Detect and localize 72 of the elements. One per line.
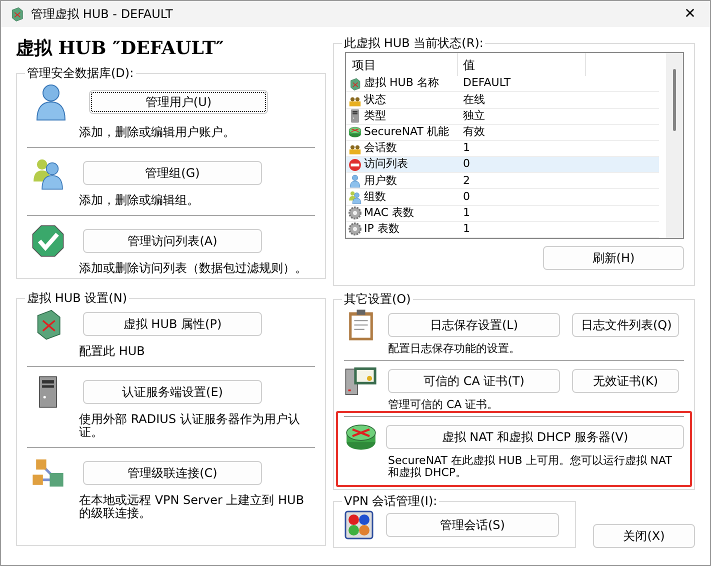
- list-row[interactable]: 用户数 2: [346, 173, 659, 190]
- manage-sessions-button[interactable]: 管理会话(S): [386, 513, 559, 537]
- close-button[interactable]: ✕: [670, 1, 710, 27]
- list-row[interactable]: 访问列表 0: [346, 157, 659, 174]
- list-row[interactable]: 会话数 1: [346, 140, 659, 158]
- row-label: 虚拟 HUB 名称: [364, 75, 439, 92]
- stop-icon: [348, 158, 362, 172]
- refresh-button[interactable]: 刷新(H): [543, 246, 684, 270]
- description: 使用外部 RADIUS 认证服务器作为用户认证。: [78, 413, 301, 439]
- row-value: 0: [462, 156, 470, 172]
- row-value: 1: [462, 204, 470, 221]
- description: 配置日志保存功能的设置。: [387, 343, 521, 355]
- session-grid-icon: [344, 510, 374, 540]
- action-button[interactable]: 管理级联连接(C): [83, 461, 262, 485]
- description: 配置此 HUB: [78, 345, 146, 358]
- hub-heading: 虚拟 HUB ″DEFAULT″: [16, 37, 225, 61]
- action-button[interactable]: 日志文件列表(Q): [572, 313, 679, 337]
- description: SecureNAT 在此虚拟 HUB 上可用。您可以运行虚拟 NAT 和虚拟 DHCP。: [387, 455, 673, 479]
- gear-icon: [348, 206, 362, 220]
- row-value: 有效: [462, 124, 485, 140]
- row-label: 状态: [364, 92, 386, 108]
- row-label: SecureNAT 机能: [364, 124, 449, 140]
- switch-icon: [9, 6, 25, 22]
- list-row[interactable]: 组数 0: [346, 189, 659, 206]
- action-button[interactable]: 虚拟 HUB 属性(P): [83, 312, 262, 336]
- action-button[interactable]: 管理用户(U): [89, 90, 268, 114]
- list-row[interactable]: SecureNAT 机能 有效: [346, 124, 659, 141]
- action-button[interactable]: 认证服务端设置(E): [83, 380, 262, 404]
- group-label: 虚拟 HUB 设置(N): [26, 290, 128, 307]
- description: 管理可信的 CA 证书。: [387, 399, 500, 411]
- action-button[interactable]: 可信的 CA 证书(T): [388, 369, 560, 393]
- server-icon: [348, 109, 362, 124]
- row-value: 独立: [462, 108, 485, 124]
- row-label: 组数: [364, 188, 386, 205]
- row-label: 访问列表: [364, 156, 408, 172]
- row-label: 类型: [364, 108, 386, 124]
- action-button[interactable]: 虚拟 NAT 和虚拟 DHCP 服务器(V): [386, 425, 684, 449]
- group-label: 管理安全数据库(D):: [26, 65, 135, 82]
- group-label: 此虚拟 HUB 当前状态(R):: [343, 35, 484, 52]
- description: 添加或删除访问列表（数据包过滤规则）。: [78, 262, 308, 275]
- row-value: 1: [462, 140, 470, 156]
- row-value: 2: [462, 172, 470, 189]
- gear-icon: [348, 222, 362, 236]
- group-label: VPN 会话管理(I):: [343, 493, 438, 510]
- list-row[interactable]: MAC 表数 1: [346, 206, 659, 222]
- group-label: 其它设置(O): [343, 291, 412, 308]
- list-row[interactable]: 状态 在线: [346, 92, 659, 108]
- router-icon: [348, 125, 362, 140]
- close-dialog-button[interactable]: 关闭(X): [593, 524, 695, 548]
- check-icon: [31, 224, 65, 258]
- action-button[interactable]: 无效证书(K): [572, 369, 679, 393]
- description: 添加，删除或编辑组。: [78, 194, 200, 207]
- action-button[interactable]: 日志保存设置(L): [388, 313, 560, 337]
- list-row[interactable]: IP 表数 1: [346, 222, 659, 238]
- row-value: 0: [462, 188, 470, 205]
- row-label: IP 表数: [364, 221, 400, 238]
- row-label: 会话数: [364, 140, 397, 156]
- action-button[interactable]: 管理组(G): [83, 161, 262, 185]
- description: 添加，删除或编辑用户账户。: [78, 126, 236, 139]
- switch-icon: [348, 76, 362, 91]
- row-value: 在线: [462, 92, 485, 108]
- action-button[interactable]: 管理访问列表(A): [83, 229, 262, 253]
- list-row[interactable]: 虚拟 HUB 名称 DEFAULT: [346, 76, 659, 92]
- row-value: DEFAULT: [462, 75, 511, 92]
- list-row[interactable]: 类型 独立: [346, 108, 659, 125]
- user-icon: [348, 174, 362, 188]
- row-value: 1: [462, 221, 470, 238]
- row-label: 用户数: [364, 172, 397, 189]
- row-label: MAC 表数: [364, 204, 414, 221]
- window-title: 管理虚拟 HUB - DEFAULT: [31, 6, 174, 23]
- description: 在本地或远程 VPN Server 上建立到 HUB 的级联连接。: [78, 494, 306, 520]
- users-icon: [348, 190, 362, 204]
